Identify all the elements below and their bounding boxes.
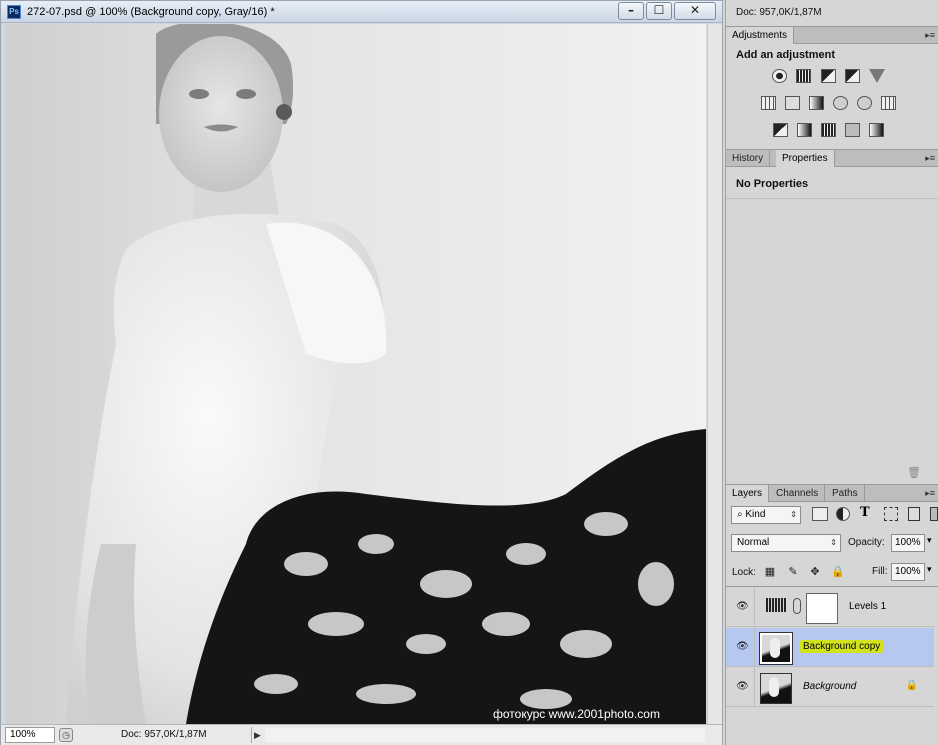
- lock-transparent-icon[interactable]: ▦: [764, 566, 776, 578]
- eye-icon[interactable]: 👁: [736, 641, 749, 653]
- gradient-map-icon[interactable]: [869, 123, 884, 137]
- lock-position-icon[interactable]: ✥: [809, 566, 821, 578]
- fill-label: Fill:: [872, 566, 888, 577]
- layer-row-background-copy[interactable]: 👁 Background copy: [726, 628, 934, 667]
- layer-name[interactable]: Levels 1: [849, 601, 886, 612]
- tab-properties[interactable]: Properties: [776, 150, 835, 167]
- fill-dropdown-icon[interactable]: ▾: [927, 564, 932, 575]
- link-icon[interactable]: [793, 598, 801, 614]
- levels-icon[interactable]: [796, 69, 811, 83]
- color-balance-icon[interactable]: [785, 96, 800, 110]
- eye-icon[interactable]: 👁: [736, 681, 749, 693]
- fill-field[interactable]: 100%: [891, 563, 925, 581]
- channel-mixer-icon[interactable]: [857, 96, 872, 110]
- opacity-dropdown-icon[interactable]: ▾: [927, 535, 932, 546]
- filter-type-icon[interactable]: T: [860, 505, 870, 520]
- layer-separator: [754, 628, 755, 667]
- status-menu-arrow-icon[interactable]: ▶: [251, 727, 263, 743]
- lock-label: Lock:: [732, 567, 756, 578]
- earring: [276, 104, 292, 120]
- black-white-icon[interactable]: [809, 96, 824, 110]
- photo-filter-icon[interactable]: [833, 96, 848, 110]
- zoom-field[interactable]: 100%: [5, 727, 55, 743]
- hue-saturation-icon[interactable]: [761, 96, 776, 110]
- layer-filter-value: Kind: [745, 509, 766, 520]
- maximize-button[interactable]: ☐: [646, 2, 672, 20]
- minimize-button[interactable]: –: [618, 2, 644, 20]
- layer-separator: [754, 588, 755, 627]
- filter-shape-icon[interactable]: [884, 507, 898, 521]
- panels-dock: Doc: 957,0K/1,87M Adjustments ▸≡ Add an …: [725, 0, 938, 745]
- properties-tabrow: History Properties ▸≡: [726, 149, 938, 167]
- eye-icon[interactable]: 👁: [736, 601, 749, 613]
- properties-divider: [726, 198, 938, 199]
- adjustments-heading: Add an adjustment: [736, 49, 836, 61]
- tab-history[interactable]: History: [726, 150, 771, 167]
- blend-mode-select[interactable]: Normal ⇕: [731, 534, 841, 552]
- lock-image-icon[interactable]: ✎: [787, 566, 799, 578]
- close-button[interactable]: ✕: [674, 2, 716, 20]
- layers-tabrow: Layers Channels Paths ▸≡: [726, 484, 938, 502]
- status-bar: 100% ◷ Doc: 957,0K/1,87M ▶: [1, 724, 722, 745]
- horizontal-scrollbar[interactable]: [265, 728, 705, 742]
- tab-channels[interactable]: Channels: [770, 485, 826, 502]
- status-info-icon[interactable]: ◷: [59, 728, 73, 742]
- layer-filter-select[interactable]: ⌕ Kind ⇕: [731, 506, 801, 524]
- layer-name[interactable]: Background copy: [800, 640, 884, 653]
- face: [159, 36, 283, 192]
- document-window: Ps 272-07.psd @ 100% (Background copy, G…: [0, 0, 723, 745]
- panel-menu-icon[interactable]: ▸≡: [925, 485, 935, 502]
- layer-name[interactable]: Background: [803, 681, 856, 692]
- filter-adjustment-icon[interactable]: [836, 507, 850, 521]
- layer-mask-thumbnail[interactable]: [806, 593, 838, 624]
- color-lookup-icon[interactable]: [881, 96, 896, 110]
- right-eye: [236, 89, 256, 99]
- layer-row-background[interactable]: 👁 Background 🔒: [726, 668, 934, 707]
- blend-mode-value: Normal: [737, 537, 770, 548]
- canvas-photo: фотокурс www.2001photo.com: [6, 24, 706, 724]
- vibrance-icon[interactable]: [869, 69, 885, 83]
- layer-name-highlight: Background copy: [800, 640, 884, 653]
- photoshop-logo-icon: Ps: [7, 5, 21, 19]
- spin-icon: ⇕: [790, 510, 797, 519]
- layer-separator: [754, 668, 755, 707]
- brightness-contrast-icon[interactable]: [772, 69, 787, 83]
- curves-icon[interactable]: [821, 69, 836, 83]
- filter-pixel-icon[interactable]: [812, 507, 828, 521]
- threshold-icon[interactable]: [821, 123, 836, 137]
- trash-icon[interactable]: 🗑: [907, 466, 921, 479]
- window-title: 272-07.psd @ 100% (Background copy, Gray…: [27, 6, 275, 18]
- spin-icon: ⇕: [830, 538, 837, 547]
- filter-smart-object-icon[interactable]: [908, 507, 920, 521]
- tab-adjustments[interactable]: Adjustments: [726, 27, 795, 44]
- layers-divider: [726, 586, 938, 587]
- layer-thumbnail[interactable]: [760, 673, 792, 704]
- vertical-scrollbar[interactable]: [707, 24, 722, 724]
- opacity-label: Opacity:: [848, 537, 885, 548]
- selective-color-icon[interactable]: [845, 123, 860, 137]
- lock-icon: 🔒: [905, 680, 918, 691]
- tab-paths[interactable]: Paths: [826, 485, 865, 502]
- posterize-icon[interactable]: [797, 123, 812, 137]
- levels-adjustment-icon: [766, 598, 786, 614]
- layer-thumbnail[interactable]: [759, 632, 793, 665]
- left-eye: [189, 89, 209, 99]
- panel-menu-icon[interactable]: ▸≡: [925, 27, 935, 44]
- lock-all-icon[interactable]: 🔒: [831, 566, 845, 578]
- layer-row-levels[interactable]: 👁 Levels 1: [726, 588, 934, 627]
- properties-heading: No Properties: [736, 178, 809, 190]
- image-canvas[interactable]: фотокурс www.2001photo.com: [6, 24, 706, 724]
- exposure-icon[interactable]: [845, 69, 860, 83]
- adjustments-tabrow: Adjustments ▸≡: [726, 26, 938, 44]
- tab-layers[interactable]: Layers: [726, 485, 770, 502]
- doc-info: Doc: 957,0K/1,87M: [736, 7, 822, 18]
- filter-toggle-icon[interactable]: [930, 507, 938, 521]
- panel-menu-icon[interactable]: ▸≡: [925, 150, 935, 167]
- invert-icon[interactable]: [773, 123, 788, 137]
- opacity-field[interactable]: 100%: [891, 534, 925, 552]
- canvas-watermark: фотокурс www.2001photo.com: [493, 707, 660, 721]
- status-doc-size: Doc: 957,0K/1,87M: [121, 729, 207, 740]
- window-titlebar[interactable]: Ps 272-07.psd @ 100% (Background copy, G…: [1, 1, 722, 23]
